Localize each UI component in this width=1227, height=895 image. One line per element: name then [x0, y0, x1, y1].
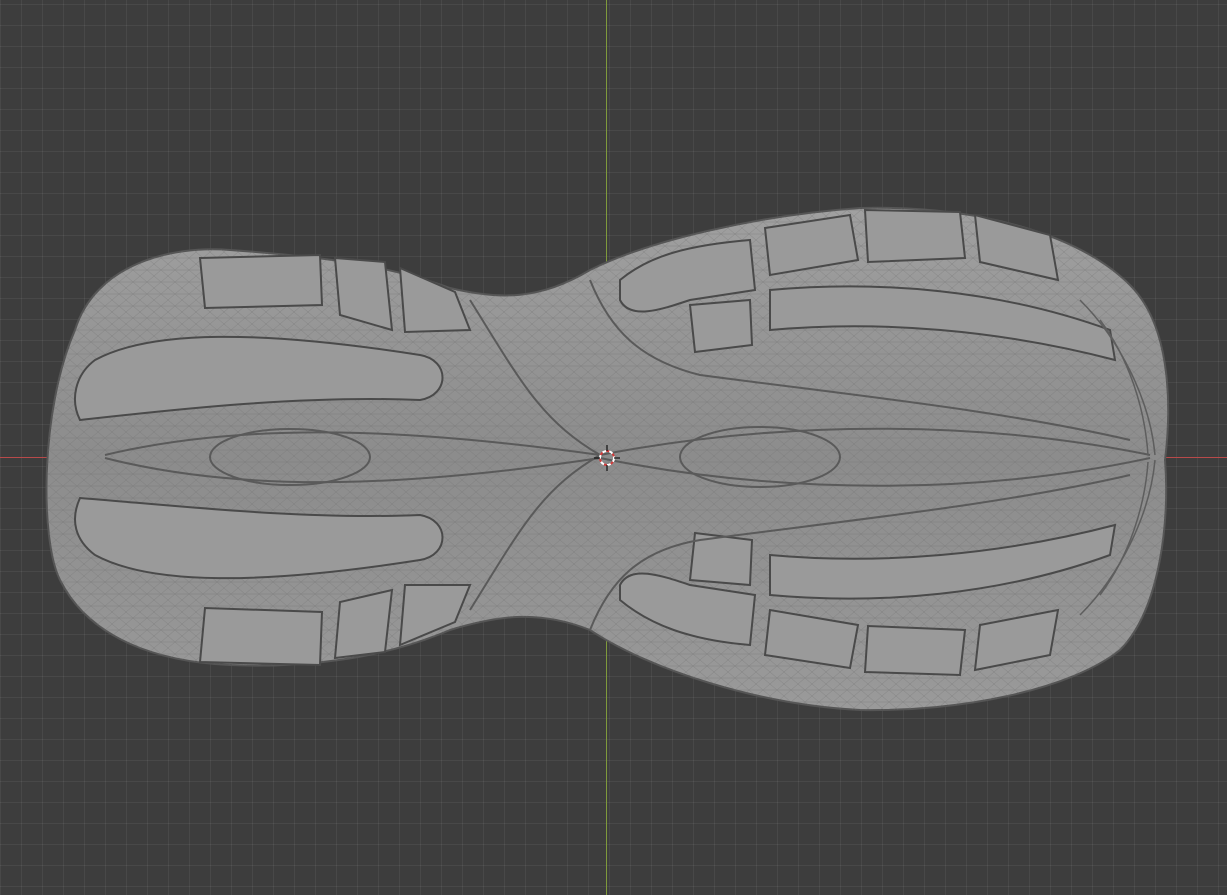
3d-viewport[interactable]: [0, 0, 1227, 895]
3d-cursor-icon[interactable]: [594, 445, 620, 471]
